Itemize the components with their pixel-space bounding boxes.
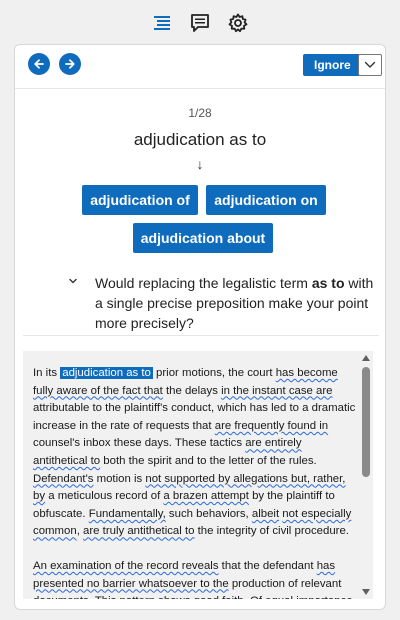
document-paragraph: In its adjudication as to prior motions,… xyxy=(33,365,359,541)
text-run: In its xyxy=(33,367,61,379)
flagged-phrase-underline[interactable]: Defendant's xyxy=(33,473,93,485)
flagged-phrase-underline[interactable]: are frequently found in xyxy=(215,420,328,432)
scrollbar-thumb[interactable] xyxy=(362,367,370,477)
flagged-phrase-underline[interactable]: An examination of the record reveals xyxy=(33,560,219,572)
arrow-right-icon xyxy=(65,59,75,69)
text-run: such behaviors, xyxy=(165,507,252,520)
question-text: Would replacing the legalistic term xyxy=(95,275,312,291)
issue-counter: 1/28 xyxy=(188,106,212,120)
text-run: prior motions, the court xyxy=(152,367,276,379)
comment-icon[interactable] xyxy=(188,11,212,35)
nav-row: Ignore xyxy=(15,53,385,77)
scroll-down-icon[interactable] xyxy=(361,588,371,596)
scroll-up-icon[interactable] xyxy=(361,354,371,362)
arrow-left-icon xyxy=(34,59,44,69)
gear-icon[interactable] xyxy=(226,11,250,35)
list-icon[interactable] xyxy=(150,11,174,35)
suggestion-button[interactable]: adjudication of xyxy=(82,185,198,215)
suggestion-button[interactable]: adjudication on xyxy=(206,185,326,215)
document-text: In its adjudication as to prior motions,… xyxy=(33,365,359,599)
replace-arrow-icon: ↓ xyxy=(196,156,204,172)
text-run: the delays xyxy=(162,384,222,397)
suggestion-button[interactable]: adjudication about xyxy=(133,223,273,253)
chevron-down-icon xyxy=(364,61,376,68)
flagged-phrase-underline[interactable]: are truly antithetical to xyxy=(83,525,194,537)
divider xyxy=(15,88,385,89)
flagged-phrase-underline[interactable]: albeit xyxy=(252,508,279,520)
document-preview[interactable]: In its adjudication as to prior motions,… xyxy=(23,351,373,599)
flagged-phrase-underline[interactable]: in the instant case are xyxy=(221,385,332,397)
next-button[interactable] xyxy=(59,53,81,75)
text-run: that the defendant xyxy=(218,559,317,572)
document-paragraph: An examination of the record reveals tha… xyxy=(33,558,359,599)
flagged-phrase: adjudication as to xyxy=(133,130,267,149)
text-run: counsel's inbox these days. These tactic… xyxy=(33,437,246,450)
expand-chevron-icon[interactable] xyxy=(67,274,79,286)
highlighted-phrase[interactable]: adjudication as to xyxy=(60,367,153,379)
top-toolbar xyxy=(0,0,400,46)
flagged-phrase-underline[interactable]: Fundamentally, xyxy=(89,508,166,520)
text-run: the integrity of civil procedure. xyxy=(194,525,349,538)
flagged-phrase-underline[interactable]: a brazen attempt xyxy=(163,490,248,502)
previous-button[interactable] xyxy=(28,53,50,75)
text-run: both the spirit and to the letter of the… xyxy=(100,454,317,467)
text-run: motion is xyxy=(93,472,146,485)
text-run: a meticulous record of xyxy=(45,490,164,503)
suggestion-panel: Ignore 1/28 adjudication as to ↓ adjudic… xyxy=(14,44,386,610)
divider xyxy=(23,335,379,336)
ignore-dropdown-button[interactable] xyxy=(358,54,382,76)
explanation-text: Would replacing the legalistic term as t… xyxy=(95,273,375,333)
question-term: as to xyxy=(311,275,345,291)
